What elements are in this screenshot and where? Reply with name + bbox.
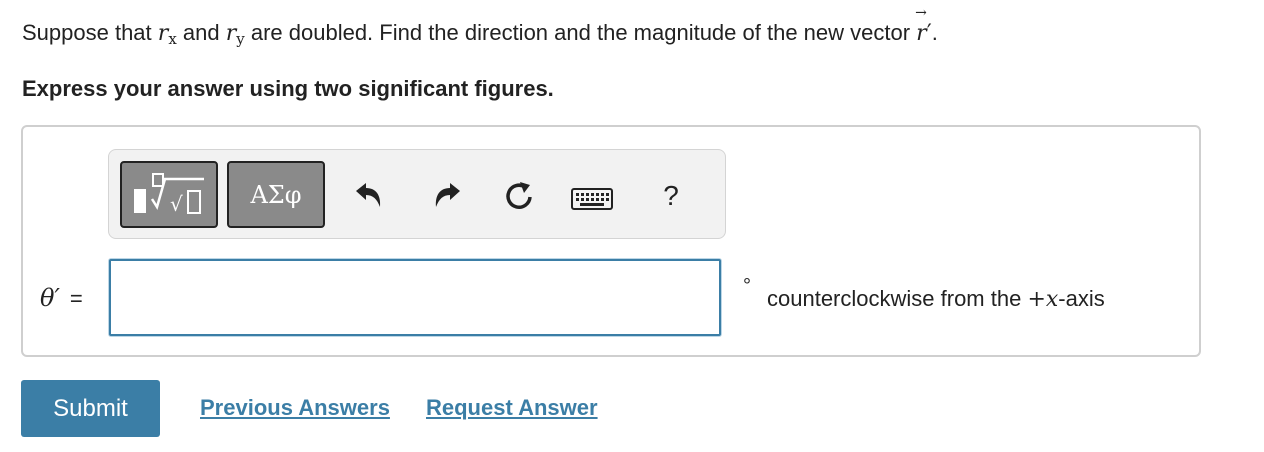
reset-icon (506, 182, 532, 209)
question-part: Suppose that (22, 20, 158, 45)
undo-button[interactable] (352, 180, 386, 210)
reset-button[interactable] (502, 178, 536, 212)
templates-button[interactable]: √ (120, 161, 218, 228)
help-button[interactable]: ? (656, 178, 686, 214)
request-answer-link[interactable]: Request Answer (426, 394, 598, 422)
question-part: . (931, 20, 938, 45)
previous-answers-link[interactable]: Previous Answers (200, 394, 390, 422)
instruction-text: Express your answer using two significan… (22, 76, 554, 101)
equals-sign: = (69, 286, 83, 311)
unit-label: counterclockwise from the +x-axis (767, 286, 1105, 312)
greek-symbols-button[interactable]: ΑΣφ (227, 161, 325, 228)
vector-r-prime: → r′ (915, 5, 932, 46)
svg-text:√: √ (170, 192, 183, 216)
redo-button[interactable] (430, 180, 464, 210)
rx-symbol: rx (157, 21, 177, 48)
question-part: are doubled. Find the direction and the … (244, 20, 917, 45)
answer-label: θ′ = (40, 283, 83, 314)
ry-symbol: ry (225, 21, 245, 48)
templates-icon: √ (134, 172, 204, 216)
help-icon: ? (663, 180, 679, 211)
redo-icon (435, 183, 460, 207)
greek-symbols-icon: ΑΣφ (250, 180, 302, 209)
question-text: Suppose that rx and ry are doubled. Find… (22, 5, 938, 54)
answer-input[interactable] (109, 259, 721, 336)
question-part: and (176, 20, 226, 45)
keyboard-icon (571, 188, 613, 210)
keyboard-button[interactable] (570, 186, 614, 212)
theta-prime-symbol: θ′ (40, 284, 60, 312)
undo-icon (356, 183, 381, 207)
degree-symbol: ° (743, 275, 751, 297)
submit-button[interactable]: Submit (21, 380, 160, 437)
